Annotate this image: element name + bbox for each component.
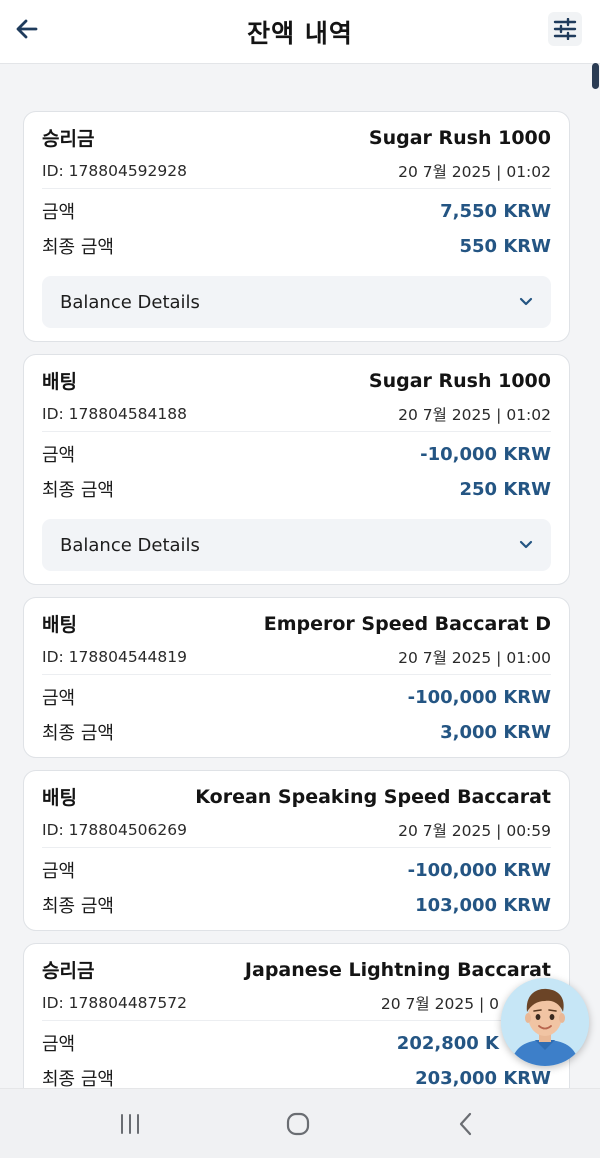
- amount-label: 금액: [42, 688, 76, 709]
- transaction-id: ID: 178804487572: [42, 994, 187, 1012]
- divider: [42, 1020, 551, 1021]
- amount-value: 7,550 KRW: [440, 200, 551, 222]
- balance-details-toggle[interactable]: Balance Details: [42, 519, 551, 571]
- amount-label: 금액: [42, 202, 76, 223]
- final-amount-value: 103,000 KRW: [415, 894, 551, 916]
- recents-icon: [121, 1114, 139, 1134]
- final-amount-label: 최종 금액: [42, 723, 114, 744]
- transaction-list: 승리금 Sugar Rush 1000 ID: 178804592928 20 …: [0, 64, 600, 1088]
- transaction-type: 승리금: [42, 128, 95, 150]
- transaction-card: 승리금 Sugar Rush 1000 ID: 178804592928 20 …: [23, 111, 570, 342]
- transaction-date: 20 7월 2025 | 00:59: [398, 822, 551, 840]
- final-amount-value: 3,000 KRW: [440, 721, 551, 743]
- game-name: Sugar Rush 1000: [368, 369, 551, 392]
- transaction-type: 배팅: [42, 787, 77, 809]
- nav-back-button[interactable]: [448, 1109, 484, 1139]
- transaction-id: ID: 178804506269: [42, 821, 187, 839]
- amount-value: -100,000 KRW: [407, 859, 551, 881]
- final-amount-label: 최종 금액: [42, 896, 114, 917]
- transaction-date: 20 7월 2025 | 01:02: [398, 406, 551, 424]
- support-avatar-button[interactable]: [501, 978, 589, 1066]
- final-amount-value: 250 KRW: [459, 478, 551, 500]
- game-name: Emperor Speed Baccarat D: [263, 612, 551, 635]
- final-amount-value: 550 KRW: [459, 235, 551, 257]
- amount-value: -100,000 KRW: [407, 686, 551, 708]
- final-amount-label: 최종 금액: [42, 1069, 114, 1088]
- transaction-card: 배팅 Korean Speaking Speed Baccarat ID: 17…: [23, 770, 570, 931]
- divider: [42, 431, 551, 432]
- home-icon: [286, 1112, 310, 1136]
- recents-button[interactable]: [112, 1109, 148, 1139]
- app-header: 잔액 내역: [0, 0, 600, 64]
- final-amount-value: 203,000 KRW: [415, 1067, 551, 1089]
- final-amount-label: 최종 금액: [42, 237, 114, 258]
- page-title: 잔액 내역: [247, 19, 353, 48]
- chevron-down-icon: [519, 540, 533, 549]
- transaction-id: ID: 178804544819: [42, 648, 187, 666]
- chevron-down-icon: [519, 297, 533, 306]
- game-name: Japanese Lightning Baccarat: [244, 958, 551, 981]
- transaction-type: 승리금: [42, 960, 95, 982]
- transaction-card: 승리금 Japanese Lightning Baccarat ID: 1788…: [23, 943, 570, 1088]
- amount-label: 금액: [42, 1034, 76, 1055]
- filter-button[interactable]: [548, 12, 582, 46]
- final-amount-label: 최종 금액: [42, 480, 114, 501]
- nav-back-icon: [459, 1112, 472, 1136]
- balance-details-toggle[interactable]: Balance Details: [42, 276, 551, 328]
- transaction-card: 배팅 Emperor Speed Baccarat D ID: 17880454…: [23, 597, 570, 758]
- divider: [42, 188, 551, 189]
- transaction-date: 20 7월 2025 | 01:00: [398, 649, 551, 667]
- amount-label: 금액: [42, 861, 76, 882]
- sliders-icon: [553, 18, 577, 40]
- support-avatar-icon: [501, 978, 589, 1066]
- divider: [42, 674, 551, 675]
- divider: [42, 847, 551, 848]
- transaction-type: 배팅: [42, 371, 77, 393]
- transaction-card: 배팅 Sugar Rush 1000 ID: 178804584188 20 7…: [23, 354, 570, 585]
- game-name: Korean Speaking Speed Baccarat: [195, 785, 551, 808]
- transaction-id: ID: 178804584188: [42, 405, 187, 423]
- transaction-date: 20 7월 2025 | 01:02: [398, 163, 551, 181]
- amount-value: -10,000 KRW: [420, 443, 551, 465]
- balance-details-label: Balance Details: [60, 534, 200, 556]
- transaction-type: 배팅: [42, 614, 77, 636]
- transaction-id: ID: 178804592928: [42, 162, 187, 180]
- home-button[interactable]: [280, 1109, 316, 1139]
- system-nav-bar: [0, 1088, 600, 1158]
- balance-details-label: Balance Details: [60, 291, 200, 313]
- game-name: Sugar Rush 1000: [368, 126, 551, 149]
- amount-label: 금액: [42, 445, 76, 466]
